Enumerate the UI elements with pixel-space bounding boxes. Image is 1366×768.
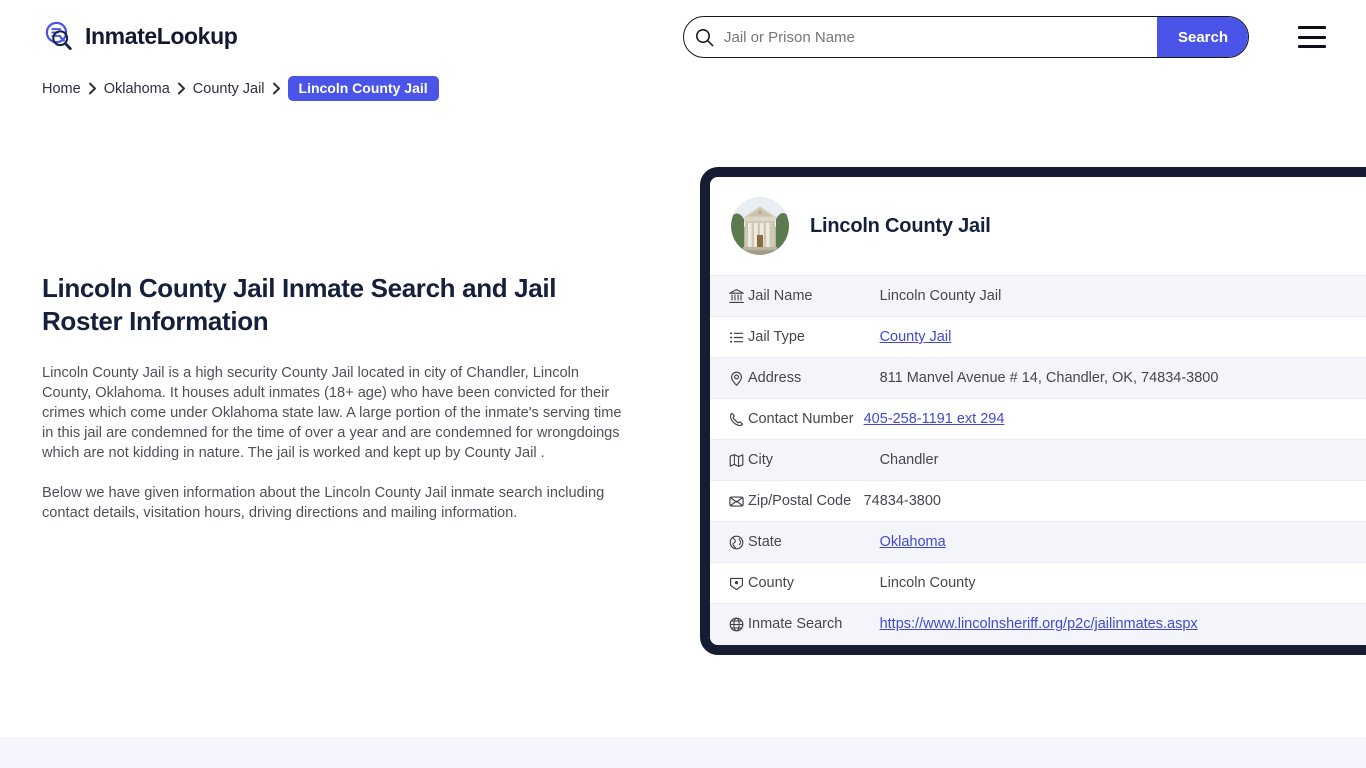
jail-type-link[interactable]: County Jail <box>880 329 952 345</box>
table-row: Jail Type County Jail <box>710 316 1366 358</box>
state-link[interactable]: Oklahoma <box>880 534 946 550</box>
page-title: Lincoln County Jail Inmate Search and Ja… <box>42 273 557 336</box>
row-value: Lincoln County Jail <box>861 275 1366 317</box>
globe-icon <box>710 603 748 645</box>
search-button[interactable]: Search <box>1157 17 1248 57</box>
search-icon <box>684 28 724 47</box>
jail-info-card: Lincoln County Jail Jail Name Lincoln Co… <box>700 167 1366 655</box>
table-row: County Lincoln County <box>710 562 1366 604</box>
row-value: https://www.lincolnsheriff.org/p2c/jaili… <box>861 603 1366 645</box>
row-value: Lincoln County <box>861 562 1366 604</box>
list-icon <box>710 316 748 358</box>
envelope-icon <box>710 480 748 522</box>
description-paragraph-1: Lincoln County Jail is a high security C… <box>42 364 622 461</box>
jail-details-table: Jail Name Lincoln County Jail Jail Type … <box>710 275 1366 645</box>
county-marker-icon <box>710 562 748 604</box>
row-label: Contact Number <box>748 398 862 440</box>
magnifier-list-icon <box>42 19 76 53</box>
row-label: Address <box>748 357 862 399</box>
breadcrumb-item-current: Lincoln County Jail <box>287 76 439 101</box>
bank-building-icon <box>710 275 748 317</box>
chevron-right-icon <box>88 82 97 95</box>
row-value: 405-258-1191 ext 294 <box>861 398 1366 440</box>
row-value: Chandler <box>861 439 1366 481</box>
table-row: City Chandler <box>710 439 1366 481</box>
table-row: Inmate Search https://www.lincolnsheriff… <box>710 603 1366 645</box>
brand-logo-link[interactable]: InmateLookup <box>42 19 238 53</box>
map-icon <box>710 439 748 481</box>
row-label: Jail Name <box>748 275 862 317</box>
hamburger-line <box>1298 45 1326 48</box>
row-label: Inmate Search <box>748 603 862 645</box>
row-value: 811 Manvel Avenue # 14, Chandler, OK, 74… <box>861 357 1366 399</box>
breadcrumb-item-oklahoma[interactable]: Oklahoma <box>104 81 170 97</box>
hamburger-line <box>1298 35 1326 39</box>
row-value: Oklahoma <box>861 521 1366 563</box>
table-row: Jail Name Lincoln County Jail <box>710 275 1366 317</box>
table-row: Address 811 Manvel Avenue # 14, Chandler… <box>710 357 1366 399</box>
article-column: Lincoln County Jail Inmate Search and Ja… <box>42 272 632 523</box>
breadcrumb-item-county-jail[interactable]: County Jail <box>193 81 265 97</box>
contact-number-link[interactable]: 405-258-1191 ext 294 <box>864 411 1005 427</box>
hamburger-line <box>1298 26 1326 29</box>
chevron-right-icon <box>272 82 281 95</box>
row-label: Zip/Postal Code <box>748 480 862 522</box>
site-header: InmateLookup Search <box>0 0 1366 74</box>
brand-name: InmateLookup <box>85 22 238 49</box>
breadcrumb-item-home[interactable]: Home <box>42 81 81 97</box>
inmate-search-link[interactable]: https://www.lincolnsheriff.org/p2c/jaili… <box>880 616 1198 632</box>
footer-band <box>0 737 1366 768</box>
table-row: State Oklahoma <box>710 521 1366 563</box>
table-row: Contact Number 405-258-1191 ext 294 <box>710 398 1366 440</box>
row-value: County Jail <box>861 316 1366 358</box>
search-bar[interactable]: Search <box>683 16 1249 58</box>
table-row: Zip/Postal Code 74834-3800 <box>710 480 1366 522</box>
row-label: State <box>748 521 862 563</box>
search-input[interactable] <box>724 17 1157 57</box>
card-header: Lincoln County Jail <box>710 177 1366 275</box>
row-label: Jail Type <box>748 316 862 358</box>
breadcrumb: Home Oklahoma County Jail Lincoln County… <box>42 76 439 101</box>
chevron-right-icon <box>177 82 186 95</box>
card-title: Lincoln County Jail <box>810 214 991 237</box>
description-paragraph-2: Below we have given information about th… <box>42 484 605 521</box>
map-pin-icon <box>710 357 748 399</box>
phone-icon <box>710 398 748 440</box>
globe-americas-icon <box>710 521 748 563</box>
row-value: 74834-3800 <box>861 480 1366 522</box>
row-label: County <box>748 562 862 604</box>
courthouse-photo <box>731 197 789 255</box>
row-label: City <box>748 439 862 481</box>
hamburger-menu-icon[interactable] <box>1298 26 1326 48</box>
